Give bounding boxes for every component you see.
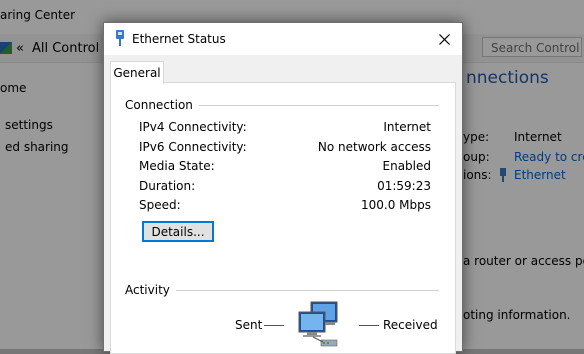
activity-group-divider	[173, 290, 439, 291]
sent-label: Sent	[235, 318, 263, 332]
connection-group-divider	[189, 105, 439, 106]
tab-general[interactable]: General	[110, 61, 164, 84]
speed-value: 100.0 Mbps	[360, 198, 431, 212]
ipv6-connectivity-label: IPv6 Connectivity:	[139, 140, 247, 154]
ipv6-connectivity-value: No network access	[317, 140, 431, 154]
speed-label: Speed:	[139, 198, 181, 212]
received-label: Received	[383, 318, 438, 332]
network-computers-icon	[295, 300, 351, 350]
sent-line	[264, 325, 284, 326]
ethernet-icon	[115, 30, 125, 46]
general-tab-panel: Connection IPv4 Connectivity: Internet I…	[110, 82, 456, 354]
media-state-value: Enabled	[382, 159, 432, 173]
dialog-titlebar[interactable]: Ethernet Status	[104, 23, 462, 55]
duration-label: Duration:	[139, 179, 196, 193]
ipv4-connectivity-value: Internet	[383, 120, 431, 134]
connection-group-title: Connection	[125, 98, 199, 112]
received-line	[359, 325, 379, 326]
activity-group-title: Activity	[125, 283, 176, 297]
close-button[interactable]	[426, 23, 462, 55]
dialog-title: Ethernet Status	[132, 32, 226, 46]
details-button[interactable]: Details...	[142, 221, 214, 242]
ipv4-connectivity-label: IPv4 Connectivity:	[139, 120, 247, 134]
close-icon	[438, 33, 450, 45]
ethernet-status-dialog: Ethernet Status General Connection IPv4 …	[103, 22, 463, 354]
media-state-label: Media State:	[139, 159, 215, 173]
duration-value: 01:59:23	[377, 179, 431, 193]
